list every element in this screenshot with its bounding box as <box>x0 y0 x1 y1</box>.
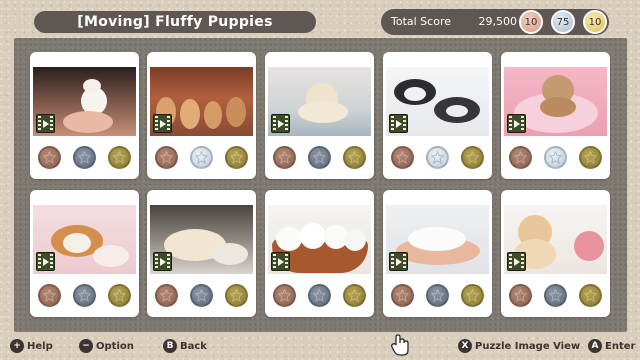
medal-row <box>30 146 139 170</box>
film-icon <box>271 114 290 133</box>
medal-row <box>147 146 256 170</box>
puzzle-image-view-hint[interactable]: X Puzzle Image View <box>458 338 580 354</box>
silver-star-icon <box>544 146 567 169</box>
bronze-star-icon <box>391 146 414 169</box>
minus-button-icon: − <box>79 339 93 353</box>
silver-star-icon <box>308 284 331 307</box>
bronze-star-icon <box>273 146 296 169</box>
gold-star-icon <box>108 284 131 307</box>
enter-hint[interactable]: A Enter <box>588 338 635 354</box>
gold-medal-count: 10 <box>583 10 607 34</box>
bronze-star-icon <box>273 284 296 307</box>
puzzle-card[interactable] <box>30 52 139 179</box>
bronze-star-icon <box>155 284 178 307</box>
option-label: Option <box>96 340 134 352</box>
puzzle-board <box>14 38 627 332</box>
hand-cursor-icon <box>391 334 409 356</box>
a-button-icon: A <box>588 339 602 353</box>
gold-star-icon <box>343 284 366 307</box>
puzzle-thumbnail <box>386 205 489 274</box>
back-label: Back <box>180 340 207 352</box>
medal-row <box>501 146 610 170</box>
puzzle-card[interactable] <box>147 52 256 179</box>
silver-star-icon <box>73 146 96 169</box>
puzzle-thumbnail <box>150 205 253 274</box>
silver-star-icon <box>190 146 213 169</box>
gold-star-icon <box>343 146 366 169</box>
puzzle-thumbnail <box>33 67 136 136</box>
medal-row <box>383 284 492 308</box>
film-icon <box>153 114 172 133</box>
total-score-panel: Total Score 29,500 10 75 10 <box>381 9 609 35</box>
bronze-star-icon <box>509 284 532 307</box>
silver-star-icon <box>190 284 213 307</box>
bronze-star-icon <box>155 146 178 169</box>
medal-row <box>147 284 256 308</box>
medal-row <box>265 146 374 170</box>
gold-star-icon <box>461 146 484 169</box>
film-icon <box>507 114 526 133</box>
gold-star-icon <box>225 284 248 307</box>
puzzle-set-title: [Moving] Fluffy Puppies <box>34 11 316 33</box>
total-score-value: 29,500 <box>478 15 518 28</box>
puzzle-card[interactable] <box>501 190 610 317</box>
puzzle-thumbnail <box>504 205 607 274</box>
help-hint[interactable]: + Help <box>10 338 53 354</box>
silver-star-icon <box>426 146 449 169</box>
back-hint[interactable]: B Back <box>163 338 207 354</box>
silver-star-icon <box>308 146 331 169</box>
film-icon <box>153 252 172 271</box>
bronze-star-icon <box>38 284 61 307</box>
film-icon <box>271 252 290 271</box>
silver-medal-count: 75 <box>551 10 575 34</box>
gold-star-icon <box>225 146 248 169</box>
medal-row <box>265 284 374 308</box>
puzzle-image-view-label: Puzzle Image View <box>475 340 581 352</box>
puzzle-card[interactable] <box>147 190 256 317</box>
x-button-icon: X <box>458 339 472 353</box>
puzzle-card[interactable] <box>383 52 492 179</box>
film-icon <box>36 114 55 133</box>
gold-star-icon <box>461 284 484 307</box>
film-icon <box>389 114 408 133</box>
puzzle-card[interactable] <box>265 190 374 317</box>
medal-row <box>30 284 139 308</box>
silver-star-icon <box>426 284 449 307</box>
help-label: Help <box>27 340 53 352</box>
bronze-medal-count: 10 <box>519 10 543 34</box>
medal-row <box>501 284 610 308</box>
gold-star-icon <box>108 146 131 169</box>
silver-star-icon <box>544 284 567 307</box>
option-hint[interactable]: − Option <box>79 338 134 354</box>
puzzle-card[interactable] <box>30 190 139 317</box>
puzzle-card[interactable] <box>383 190 492 317</box>
total-score-label: Total Score <box>391 15 451 28</box>
plus-button-icon: + <box>10 339 24 353</box>
gold-star-icon <box>579 284 602 307</box>
puzzle-thumbnail <box>268 67 371 136</box>
puzzle-thumbnail <box>504 67 607 136</box>
medal-row <box>383 146 492 170</box>
bronze-star-icon <box>391 284 414 307</box>
puzzle-card[interactable] <box>501 52 610 179</box>
bronze-star-icon <box>509 146 532 169</box>
enter-label: Enter <box>605 340 636 352</box>
gold-star-icon <box>579 146 602 169</box>
puzzle-card[interactable] <box>265 52 374 179</box>
bronze-star-icon <box>38 146 61 169</box>
puzzle-thumbnail <box>268 205 371 274</box>
silver-star-icon <box>73 284 96 307</box>
film-icon <box>36 252 55 271</box>
puzzle-thumbnail <box>150 67 253 136</box>
b-button-icon: B <box>163 339 177 353</box>
film-icon <box>389 252 408 271</box>
film-icon <box>507 252 526 271</box>
puzzle-thumbnail <box>33 205 136 274</box>
button-guide-bar: + Help − Option B Back X Puzzle Image Vi… <box>0 333 640 360</box>
puzzle-thumbnail <box>386 67 489 136</box>
